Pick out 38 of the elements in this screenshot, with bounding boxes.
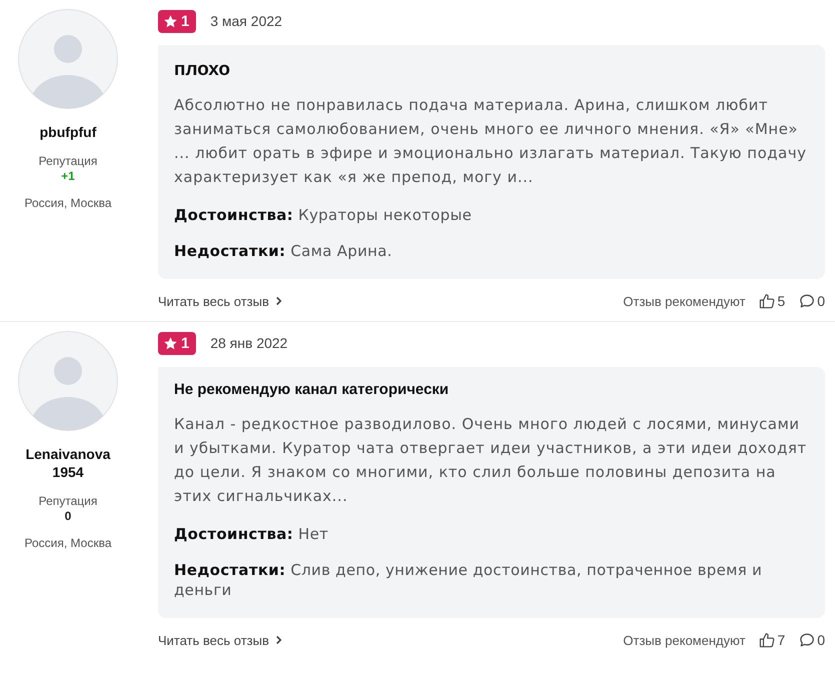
review-pros: Достоинства: Нет bbox=[174, 524, 330, 544]
rating-badge: 1 bbox=[158, 332, 196, 354]
chevron-icon bbox=[275, 635, 284, 645]
author-name[interactable]: pbufpfuf bbox=[13, 123, 123, 141]
like-button[interactable]: 7 bbox=[759, 632, 786, 648]
reputation-value: +1 bbox=[61, 168, 75, 184]
like-button[interactable]: 5 bbox=[759, 293, 786, 309]
review-cons: Недостатки: Слив депо, унижение достоинства, потраченное время и деньги bbox=[174, 560, 764, 600]
review-title: Не рекомендую канал категорически bbox=[174, 381, 450, 398]
comment-icon bbox=[799, 293, 816, 309]
author-name[interactable]: Lenaivanova 1954 bbox=[13, 445, 123, 481]
star-icon bbox=[163, 336, 178, 350]
review-text: Канал - редкостное разводилово. Очень много людей с лосями, минусами и убытками. Куратор чата отвергает идеи участников, а эти идеи доходят до цели. Я знаком со многими, кто слил больше половины депозита на этих сигнальчиках... bbox=[174, 414, 808, 507]
rating-badge: 1 bbox=[158, 10, 196, 32]
chevron-icon bbox=[275, 296, 284, 306]
read-more-link[interactable]: Читать весь отзыв bbox=[158, 632, 284, 648]
author-location: Россия, Москва bbox=[24, 196, 112, 210]
review-title: плохо bbox=[174, 59, 232, 81]
reputation-label: Репутация bbox=[38, 494, 98, 508]
star-icon bbox=[163, 14, 178, 28]
author-location: Россия, Москва bbox=[24, 536, 112, 550]
thumbs-up-icon bbox=[759, 632, 776, 648]
comments-button[interactable]: 0 bbox=[799, 293, 825, 309]
avatar-icon bbox=[18, 9, 118, 109]
recommend-label: Отзыв рекомендуют bbox=[623, 632, 746, 648]
read-more-link[interactable]: Читать весь отзыв bbox=[158, 294, 284, 308]
avatar-icon bbox=[18, 331, 118, 431]
reputation-value: 0 bbox=[64, 508, 72, 524]
recommend-label: Отзыв рекомендуют bbox=[623, 294, 746, 308]
comments-button[interactable]: 0 bbox=[799, 632, 825, 648]
reputation-label: Репутация bbox=[38, 154, 98, 168]
thumbs-up-icon bbox=[759, 293, 776, 309]
review-pros: Достоинства: Кураторы некоторые bbox=[174, 205, 473, 225]
review-date: 28 янв 2022 bbox=[210, 335, 288, 351]
review-cons: Недостатки: Сама Арина. bbox=[174, 241, 394, 261]
comment-icon bbox=[799, 632, 816, 648]
review-text: Абсолютно не понравилась подача материала. Арина, слишком любит заниматься самолюбованием, очень много ее личного мнения. «Я» «Мне» ... любит орать в эфире и эмоционально излагать материал. Такую подачу характеризует как «я же препод, могу и... bbox=[174, 95, 808, 188]
review-date: 3 мая 2022 bbox=[210, 13, 282, 29]
